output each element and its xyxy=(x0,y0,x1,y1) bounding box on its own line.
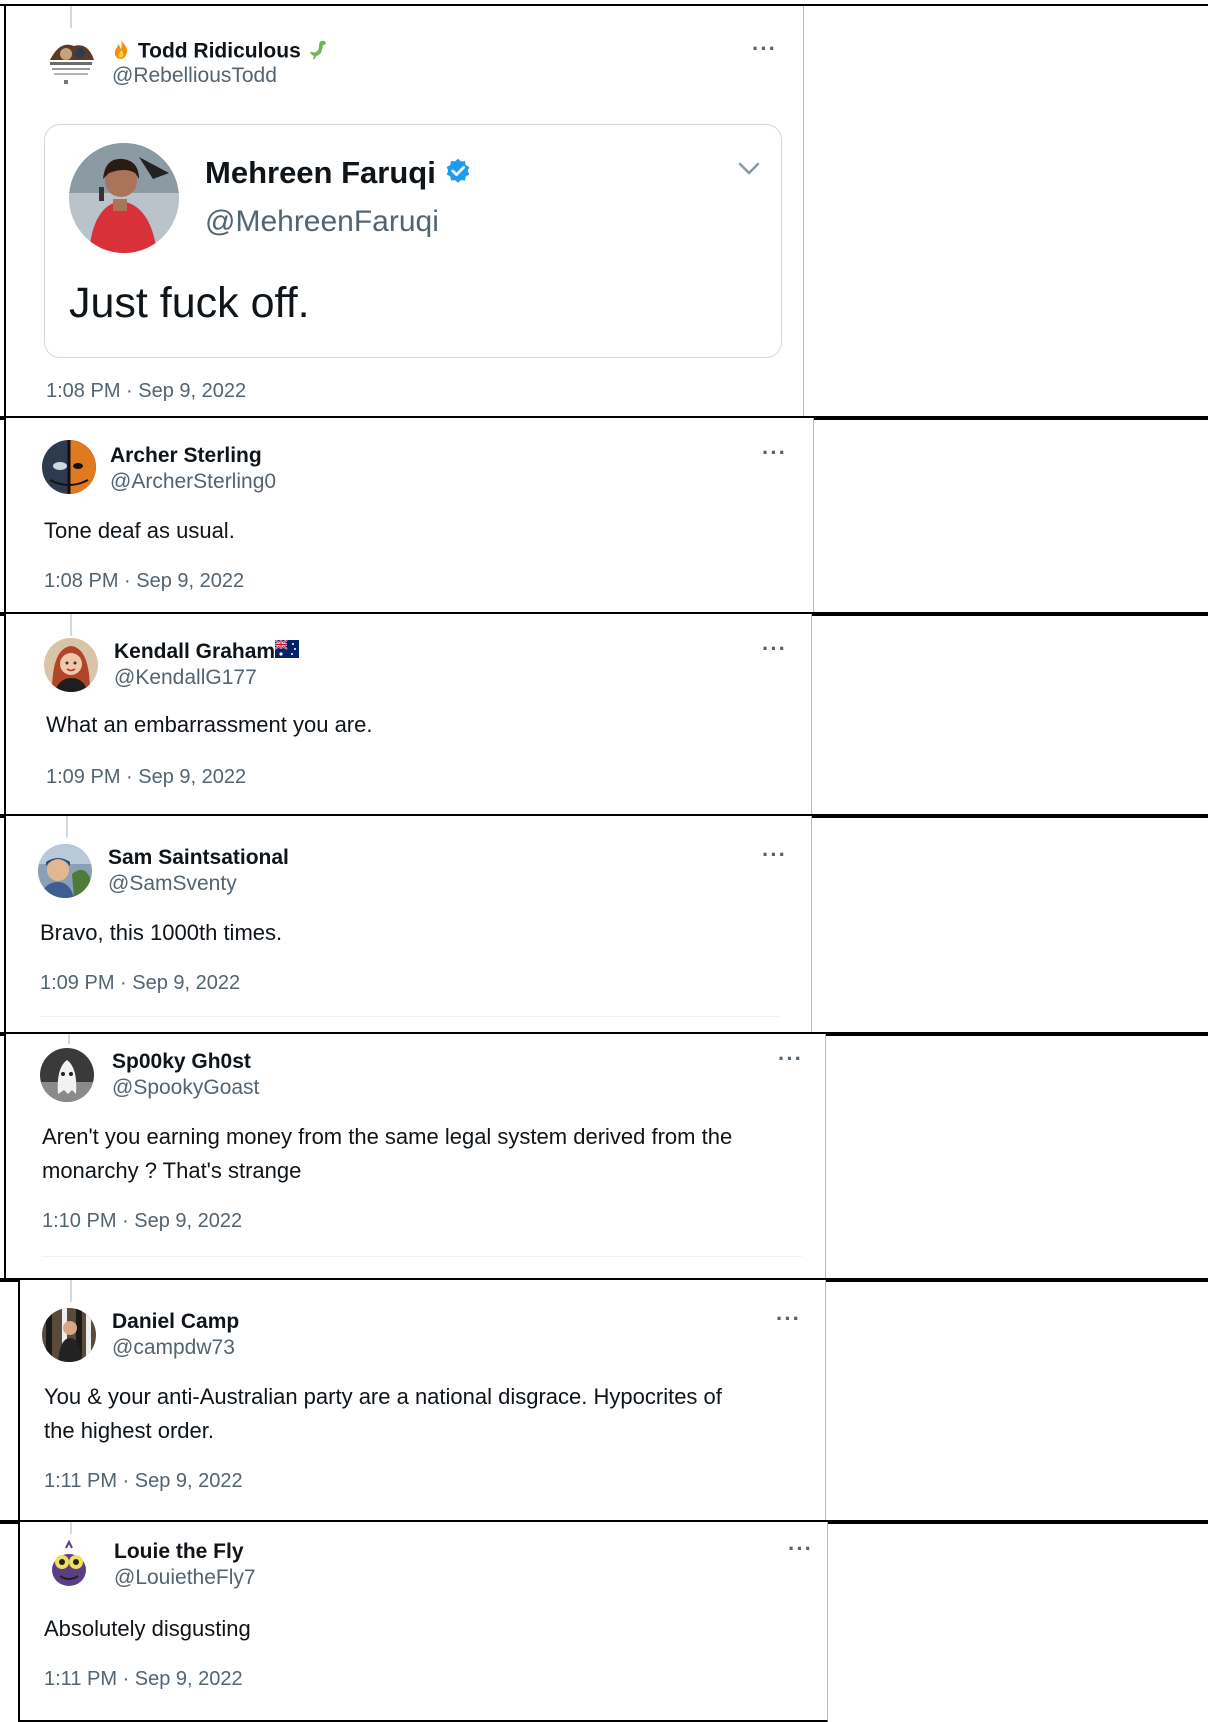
handle[interactable]: @LouietheFly7 xyxy=(114,1566,256,1590)
handle[interactable]: @SpookyGoast xyxy=(112,1076,259,1100)
more-options-icon[interactable]: ··· xyxy=(762,842,787,868)
avatar[interactable] xyxy=(44,638,98,692)
thread-line xyxy=(70,1522,72,1534)
timestamp[interactable]: 1:10 PM · Sep 9, 2022 xyxy=(42,1210,242,1233)
tweet-card[interactable]: Louie the Fly @LouietheFly7 ··· Absolute… xyxy=(18,1522,828,1722)
australia-flag-icon xyxy=(274,639,300,664)
tweet-text: Absolutely disgusting xyxy=(44,1616,251,1641)
display-name[interactable]: Todd Ridiculous xyxy=(110,38,329,66)
quote-text: Just fuck off. xyxy=(69,279,310,327)
tweet-card[interactable]: Archer Sterling @ArcherSterling0 ··· Ton… xyxy=(4,418,814,614)
tweet-card[interactable]: Sp00ky Gh0st @SpookyGoast ··· Aren't you… xyxy=(4,1034,826,1280)
display-name[interactable]: Archer Sterling xyxy=(110,444,262,468)
quote-handle[interactable]: @MehreenFaruqi xyxy=(205,205,439,239)
tweet-row: Sam Saintsational @SamSventy ··· Bravo, … xyxy=(0,814,1208,1036)
tweet-text-line-2: the highest order. xyxy=(44,1418,215,1443)
timestamp[interactable]: 1:08 PM · Sep 9, 2022 xyxy=(44,570,244,593)
timestamp[interactable]: 1:09 PM · Sep 9, 2022 xyxy=(46,766,246,789)
quote-avatar[interactable] xyxy=(69,143,179,253)
thread-line xyxy=(70,1280,72,1302)
thread-line xyxy=(70,614,72,636)
handle[interactable]: @KendallG177 xyxy=(114,666,257,690)
quote-name-text: Mehreen Faruqi xyxy=(205,155,436,190)
tweet-text-line-1: You & your anti-Australian party are a n… xyxy=(44,1384,722,1409)
tweet-row: Sp00ky Gh0st @SpookyGoast ··· Aren't you… xyxy=(0,1032,1208,1282)
tweet-text: What an embarrassment you are. xyxy=(46,712,373,737)
handle[interactable]: @RebelliousTodd xyxy=(112,64,277,88)
avatar[interactable] xyxy=(42,1538,96,1592)
more-options-icon[interactable]: ··· xyxy=(778,1046,803,1072)
avatar[interactable] xyxy=(42,1308,96,1362)
dinosaur-icon xyxy=(307,38,329,66)
tweet-card[interactable]: Todd Ridiculous @RebelliousTodd ··· Mehr… xyxy=(4,6,804,418)
display-name-text: Kendall Graham xyxy=(114,640,276,663)
tweet-row: Todd Ridiculous @RebelliousTodd ··· Mehr… xyxy=(0,4,1208,420)
fire-icon xyxy=(110,38,132,66)
verified-badge-icon xyxy=(444,157,472,193)
tweet-row: Daniel Camp @campdw73 ··· You & your ant… xyxy=(0,1278,1208,1524)
more-options-icon[interactable]: ··· xyxy=(752,36,777,62)
more-options-icon[interactable]: ··· xyxy=(762,440,787,466)
quote-display-name[interactable]: Mehreen Faruqi xyxy=(205,155,472,193)
timestamp[interactable]: 1:11 PM · Sep 9, 2022 xyxy=(44,1470,243,1493)
more-options-icon[interactable]: ··· xyxy=(776,1306,801,1332)
display-name[interactable]: Kendall Graham xyxy=(114,639,300,664)
display-name[interactable]: Sp00ky Gh0st xyxy=(112,1050,251,1074)
display-name[interactable]: Daniel Camp xyxy=(112,1310,239,1334)
timestamp[interactable]: 1:11 PM · Sep 9, 2022 xyxy=(44,1668,243,1691)
handle[interactable]: @campdw73 xyxy=(112,1336,235,1360)
timestamp[interactable]: 1:08 PM · Sep 9, 2022 xyxy=(46,380,246,403)
handle[interactable]: @SamSventy xyxy=(108,872,237,896)
tweet-row: Kendall Graham @KendallG177 ··· What an … xyxy=(0,612,1208,818)
tweet-card[interactable]: Daniel Camp @campdw73 ··· You & your ant… xyxy=(18,1280,826,1522)
divider xyxy=(40,1016,780,1017)
divider xyxy=(42,1256,802,1257)
tweet-text-line-1: Aren't you earning money from the same l… xyxy=(42,1124,733,1149)
quoted-tweet[interactable]: Mehreen Faruqi @MehreenFaruqi Just fuck … xyxy=(44,124,782,358)
more-options-icon[interactable]: ··· xyxy=(788,1536,813,1562)
tweet-text-line-2: monarchy ? That's strange xyxy=(42,1158,302,1183)
avatar[interactable] xyxy=(42,440,96,494)
tweet-text: Tone deaf as usual. xyxy=(44,518,235,543)
chevron-down-icon[interactable] xyxy=(737,161,761,182)
display-name-text: Todd Ridiculous xyxy=(137,39,301,63)
avatar[interactable] xyxy=(40,1048,94,1102)
avatar[interactable] xyxy=(38,844,92,898)
timestamp[interactable]: 1:09 PM · Sep 9, 2022 xyxy=(40,972,240,995)
display-name[interactable]: Louie the Fly xyxy=(114,1540,244,1564)
tweet-row: Louie the Fly @LouietheFly7 ··· Absolute… xyxy=(0,1520,1208,1722)
tweet-card[interactable]: Kendall Graham @KendallG177 ··· What an … xyxy=(4,614,812,816)
tweet-card[interactable]: Sam Saintsational @SamSventy ··· Bravo, … xyxy=(4,816,812,1034)
tweet-text: Bravo, this 1000th times. xyxy=(40,920,283,945)
handle[interactable]: @ArcherSterling0 xyxy=(110,470,276,494)
thread-line xyxy=(66,816,68,838)
more-options-icon[interactable]: ··· xyxy=(762,636,787,662)
display-name[interactable]: Sam Saintsational xyxy=(108,846,289,870)
thread-line xyxy=(68,1034,70,1044)
avatar[interactable] xyxy=(44,34,98,88)
thread-line xyxy=(70,6,72,28)
tweet-row: Archer Sterling @ArcherSterling0 ··· Ton… xyxy=(0,416,1208,616)
